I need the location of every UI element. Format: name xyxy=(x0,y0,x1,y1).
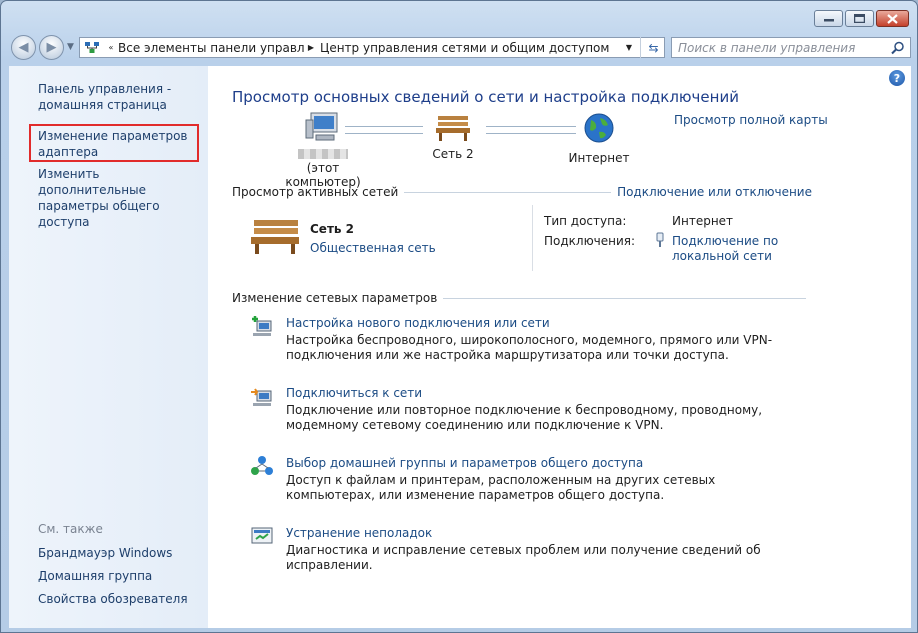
divider xyxy=(532,205,533,271)
full-map-link[interactable]: Просмотр полной карты xyxy=(674,113,828,127)
change-settings-header: Изменение сетевых параметров xyxy=(232,291,812,305)
map-internet-node: Интернет xyxy=(564,112,634,165)
task-connect: Подключиться к сети Подключение или повт… xyxy=(286,386,806,433)
connect-disconnect-link[interactable]: Подключение или отключение xyxy=(617,185,812,199)
task-new-connection: Настройка нового подключения или сети На… xyxy=(286,316,826,363)
network-type-link[interactable]: Общественная сеть xyxy=(310,241,436,255)
search-box[interactable]: Поиск в панели управления xyxy=(671,37,911,58)
sidebar-link-internet-options[interactable]: Свойства обозревателя xyxy=(38,591,188,607)
connect-to-network-icon xyxy=(251,388,272,406)
help-button[interactable]: ? xyxy=(889,70,905,86)
minimize-button[interactable] xyxy=(814,10,843,27)
search-icon xyxy=(891,41,904,54)
homegroup-icon xyxy=(251,456,273,475)
map-connector xyxy=(345,126,423,134)
change-settings-title: Изменение сетевых параметров xyxy=(232,291,438,305)
window: ◀ ▶ ▼ « Все элементы панели управлен... … xyxy=(0,0,918,633)
breadcrumb-separator-icon[interactable]: ▶ xyxy=(304,43,318,52)
refresh-button[interactable]: ⇆ xyxy=(640,37,666,58)
forward-arrow-icon: ▶ xyxy=(46,40,57,55)
active-networks-header: Просмотр активных сетей Подключение или … xyxy=(232,185,812,199)
task-new-connection-link[interactable]: Настройка нового подключения или сети xyxy=(286,316,826,330)
caption-buttons xyxy=(814,10,909,27)
map-computer-node: (этот компьютер) xyxy=(268,111,378,189)
back-arrow-icon: ◀ xyxy=(18,40,29,55)
divider xyxy=(443,297,806,299)
network-center-icon xyxy=(85,41,99,53)
sidebar: Панель управления - домашняя страница Из… xyxy=(9,66,208,628)
recent-pages-dropdown[interactable]: ▼ xyxy=(67,42,74,52)
task-troubleshoot-desc: Диагностика и исправление сетевых пробле… xyxy=(286,543,761,572)
task-homegroup-desc: Доступ к файлам и принтерам, расположенн… xyxy=(286,473,716,502)
ethernet-icon xyxy=(656,232,664,247)
sidebar-link-homegroup[interactable]: Домашняя группа xyxy=(38,568,152,584)
address-bar[interactable]: « Все элементы панели управлен... ▶ Цент… xyxy=(79,37,665,58)
sidebar-item-sharing-settings[interactable]: Изменить дополнительные параметры общего… xyxy=(38,166,203,230)
task-troubleshoot: Устранение неполадок Диагностика и испра… xyxy=(286,526,826,573)
active-network-name: Сеть 2 xyxy=(310,222,355,236)
new-connection-icon xyxy=(252,316,272,336)
see-also-label: См. также xyxy=(38,522,103,536)
task-troubleshoot-link[interactable]: Устранение неполадок xyxy=(286,526,826,540)
maximize-icon xyxy=(854,14,865,23)
main-content: ? Просмотр основных сведений о сети и на… xyxy=(208,66,911,628)
breadcrumb-all-items[interactable]: Все элементы панели управлен... xyxy=(118,41,304,55)
close-icon xyxy=(887,13,898,24)
sidebar-link-firewall[interactable]: Брандмауэр Windows xyxy=(38,545,172,561)
back-button[interactable]: ◀ xyxy=(11,35,36,60)
address-dropdown-icon[interactable]: ▼ xyxy=(622,43,636,52)
connection-link[interactable]: Подключение по локальной сети xyxy=(672,234,784,264)
task-homegroup-link[interactable]: Выбор домашней группы и параметров общег… xyxy=(286,456,806,470)
active-networks-title: Просмотр активных сетей xyxy=(232,185,399,199)
page-title: Просмотр основных сведений о сети и наст… xyxy=(232,88,739,106)
bench-icon xyxy=(251,220,299,254)
forward-button[interactable]: ▶ xyxy=(39,35,64,60)
bench-icon xyxy=(436,116,470,141)
map-network-node: Сеть 2 xyxy=(423,114,483,161)
connections-label: Подключения: xyxy=(544,234,636,248)
minimize-icon xyxy=(823,18,834,21)
access-type-label: Тип доступа: xyxy=(544,214,627,228)
computer-icon xyxy=(305,112,338,141)
overflow-icon[interactable]: « xyxy=(104,43,118,52)
search-input[interactable]: Поиск в панели управления xyxy=(672,41,891,55)
task-homegroup: Выбор домашней группы и параметров общег… xyxy=(286,456,806,503)
internet-label: Интернет xyxy=(568,151,630,165)
task-connect-link[interactable]: Подключиться к сети xyxy=(286,386,806,400)
help-icon: ? xyxy=(893,71,901,85)
maximize-button[interactable] xyxy=(845,10,874,27)
computer-name-blurred xyxy=(298,149,348,159)
close-button[interactable] xyxy=(876,10,909,27)
breadcrumb-network-center[interactable]: Центр управления сетями и общим доступом xyxy=(318,41,610,55)
task-new-connection-desc: Настройка беспроводного, широкополосного… xyxy=(286,333,773,362)
globe-icon xyxy=(584,113,614,143)
troubleshoot-icon xyxy=(251,527,273,544)
network-label: Сеть 2 xyxy=(432,147,474,161)
access-type-value: Интернет xyxy=(672,214,734,228)
navigation-bar: ◀ ▶ ▼ « Все элементы панели управлен... … xyxy=(9,35,911,60)
sidebar-item-adapter-settings[interactable]: Изменение параметров адаптера xyxy=(38,128,188,160)
refresh-icon: ⇆ xyxy=(648,40,659,55)
task-connect-desc: Подключение или повторное подключение к … xyxy=(286,403,763,432)
map-connector xyxy=(486,126,576,134)
sidebar-item-home[interactable]: Панель управления - домашняя страница xyxy=(38,81,198,113)
divider xyxy=(404,191,612,193)
